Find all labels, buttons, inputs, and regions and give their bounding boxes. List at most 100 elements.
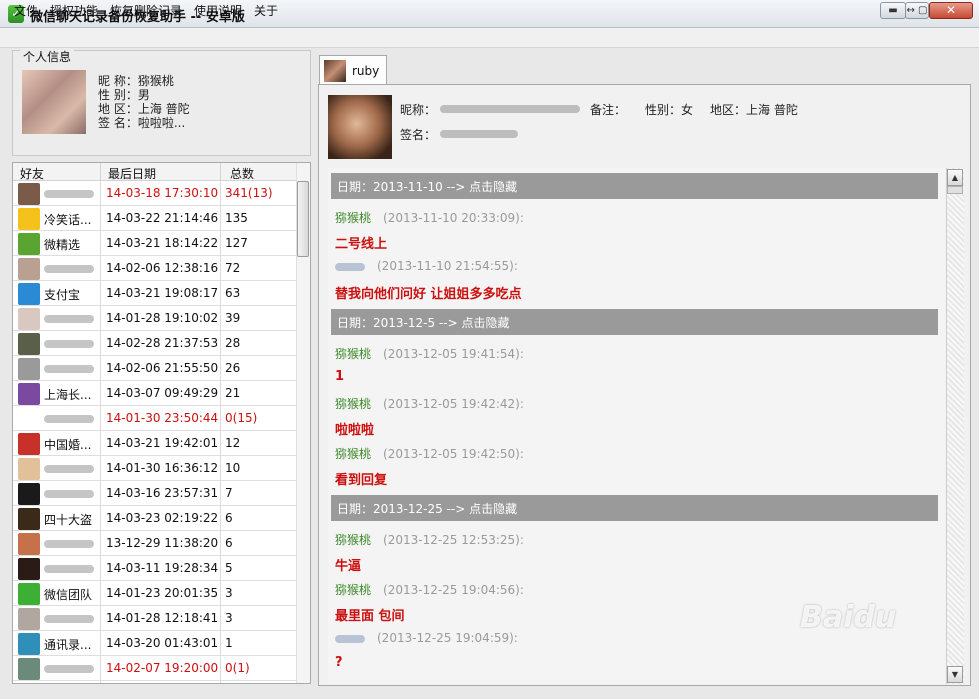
table-row[interactable]: 14-02-06 12:38:16 72 <box>13 256 297 281</box>
column-divider <box>220 181 221 683</box>
friend-total: 21 <box>225 386 241 400</box>
friend-total: 10 <box>225 461 241 475</box>
table-row[interactable]: 14-03-18 17:30:10 341(13) <box>13 181 297 206</box>
friend-avatar <box>18 258 40 280</box>
contact-avatar <box>328 95 392 159</box>
message-header: (2013-12-25 19:04:59): <box>335 631 518 645</box>
friend-avatar <box>18 308 40 330</box>
friend-name-redacted <box>44 540 94 548</box>
message-text: 最里面 包间 <box>335 609 405 624</box>
menu-recover-deleted[interactable]: 恢复删除记录 <box>110 2 182 19</box>
message-text: 二号线上 <box>335 237 388 252</box>
friend-last-date: 14-03-21 19:42:01 <box>106 436 219 450</box>
friend-last-date: 14-01-30 16:36:12 <box>106 461 219 475</box>
friend-avatar <box>18 458 40 480</box>
table-row[interactable]: 四十大盗 14-03-23 02:19:22 6 <box>13 506 297 531</box>
friend-name-redacted <box>44 665 94 673</box>
friend-total: 6 <box>225 511 233 525</box>
friend-avatar <box>18 408 40 430</box>
friend-last-date: 14-02-07 19:20:00 <box>106 661 219 675</box>
friend-name-redacted <box>44 465 94 473</box>
date-section-header[interactable]: 日期：2013-12-5 --> 点击隐藏 <box>331 309 938 335</box>
message-time: (2013-12-25 19:04:56): <box>383 583 524 597</box>
friend-avatar <box>18 508 40 530</box>
date-section-header[interactable]: 日期：2013-11-10 --> 点击隐藏 <box>331 173 938 199</box>
friend-last-date: 14-03-18 17:30:10 <box>106 186 219 200</box>
table-row[interactable]: 14-01-30 23:50:44 0(15) <box>13 406 297 431</box>
friend-avatar <box>18 283 40 305</box>
table-row[interactable]: 14-01-28 12:18:41 3 <box>13 606 297 631</box>
chat-scroll-thumb[interactable] <box>947 186 963 194</box>
contact-gender: 性别：女 <box>645 103 694 117</box>
friend-total: 127 <box>225 236 248 250</box>
table-row[interactable]: 14-02-07 19:20:00 0(1) <box>13 656 297 681</box>
friend-name: 中国婚... <box>44 438 92 452</box>
menu-file[interactable]: 文件 <box>14 2 38 19</box>
message-header: 猕猴桃 (2013-11-10 20:33:09): <box>335 209 524 226</box>
friend-total: 6 <box>225 536 233 550</box>
menu-help[interactable]: 使用说明 <box>194 2 242 19</box>
column-total[interactable]: 总数 <box>230 165 254 182</box>
close-button[interactable]: ✕ <box>929 2 973 19</box>
friend-avatar <box>18 333 40 355</box>
menu-license[interactable]: 授权功能 <box>50 2 98 19</box>
chat-scrollbar[interactable] <box>946 168 964 684</box>
friend-name: 支付宝 <box>44 288 81 302</box>
friend-name-redacted <box>44 315 94 323</box>
table-row[interactable]: 14-02-06 21:55:50 26 <box>13 356 297 381</box>
message-sender: 猕猴桃 <box>335 447 372 461</box>
date-section-header[interactable]: 日期：2013-12-25 --> 点击隐藏 <box>331 495 938 521</box>
table-row[interactable]: 中国婚... 14-03-21 19:42:01 12 <box>13 431 297 456</box>
table-row[interactable]: 通讯录... 14-03-20 01:43:01 1 <box>13 631 297 656</box>
message-text: 牛逼 <box>335 559 362 574</box>
table-row[interactable]: 14-03-11 19:28:34 5 <box>13 556 297 581</box>
friend-last-date: 14-01-28 19:10:02 <box>106 311 219 325</box>
friend-total: 7 <box>225 486 233 500</box>
scroll-down-icon[interactable]: ▼ <box>947 666 963 683</box>
message-text: 看到回复 <box>335 473 388 488</box>
tab-label: ruby <box>352 64 380 78</box>
column-friend[interactable]: 好友 <box>20 165 44 182</box>
friend-total: 28 <box>225 336 241 350</box>
message-time: (2013-12-25 12:53:25): <box>383 533 524 547</box>
friend-name-redacted <box>44 415 94 423</box>
table-row[interactable]: 微精选 14-03-21 18:14:22 127 <box>13 231 297 256</box>
table-row[interactable]: 上海长... 14-03-07 09:49:29 21 <box>13 381 297 406</box>
table-row[interactable]: 14-01-28 19:10:02 39 <box>13 306 297 331</box>
table-row[interactable]: 14-02-28 21:37:53 28 <box>13 331 297 356</box>
friend-last-date: 14-03-23 02:19:22 <box>106 511 219 525</box>
friend-total: 72 <box>225 261 241 275</box>
table-row[interactable]: 冷笑话... 14-03-22 21:14:46 135 <box>13 206 297 231</box>
header-divider <box>220 163 221 181</box>
sender-redacted <box>335 262 365 271</box>
table-row[interactable]: 支付宝 14-03-21 19:08:17 63 <box>13 281 297 306</box>
table-row[interactable]: 13-12-29 11:38:20 6 <box>13 531 297 556</box>
table-row[interactable]: 14-03-16 23:57:31 7 <box>13 481 297 506</box>
table-row[interactable]: 14-01-30 16:36:12 10 <box>13 456 297 481</box>
table-row[interactable]: 微信团队 14-01-23 20:01:35 3 <box>13 581 297 606</box>
menu-about[interactable]: 关于 <box>254 2 278 19</box>
menu-bar <box>0 28 979 48</box>
friend-name-redacted <box>44 365 94 373</box>
column-last-date[interactable]: 最后日期 <box>108 165 156 182</box>
message-header: 猕猴桃 (2013-12-25 19:04:56): <box>335 581 524 598</box>
friend-last-date: 14-03-07 09:49:29 <box>106 386 219 400</box>
friend-name: 微精选 <box>44 238 81 252</box>
contact-nickname-redacted <box>440 105 580 113</box>
scroll-up-icon[interactable]: ▲ <box>947 169 963 186</box>
message-sender: 猕猴桃 <box>335 533 372 547</box>
message-time: (2013-12-05 19:41:54): <box>383 347 524 361</box>
friend-total: 3 <box>225 586 233 600</box>
message-text: ? <box>335 655 343 670</box>
friend-total: 1 <box>225 636 233 650</box>
friend-name-redacted <box>44 190 94 198</box>
friend-total: 63 <box>225 286 241 300</box>
friend-total: 12 <box>225 436 241 450</box>
friend-last-date: 14-03-21 19:08:17 <box>106 286 219 300</box>
friend-name: 上海长... <box>44 388 92 402</box>
message-time: (2013-11-10 20:33:09): <box>383 211 524 225</box>
message-text: 1 <box>335 369 345 384</box>
restore-button[interactable]: ↔ ▢ <box>905 2 929 19</box>
minimize-button[interactable]: ▬ <box>880 2 906 19</box>
friends-scroll-thumb[interactable] <box>297 181 309 257</box>
